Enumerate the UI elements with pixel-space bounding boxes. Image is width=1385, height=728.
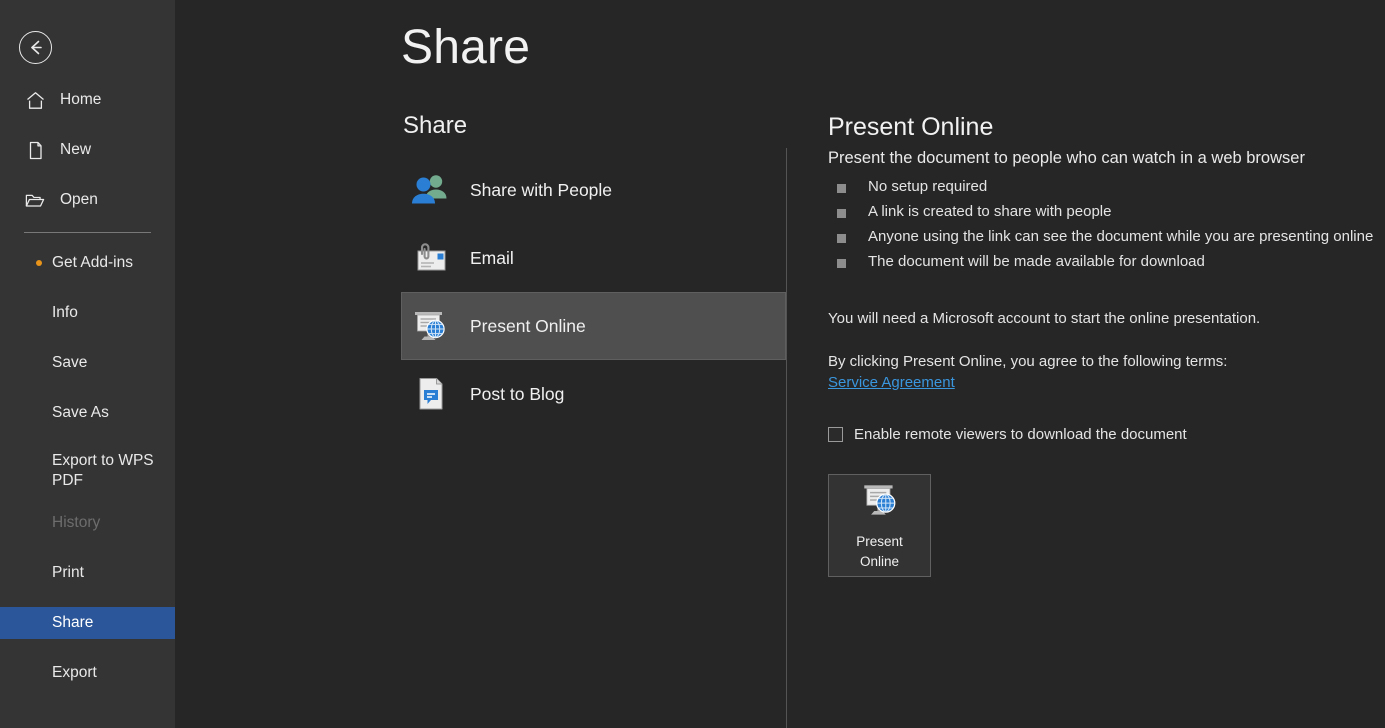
sidebar-item-info[interactable]: Info <box>0 297 175 329</box>
sidebar-item-label: Share <box>52 614 94 632</box>
share-option-label: Share with People <box>470 179 613 200</box>
people-icon <box>406 168 454 212</box>
account-note: You will need a Microsoft account to sta… <box>828 310 1261 328</box>
checkbox-icon[interactable] <box>828 427 843 443</box>
open-folder-icon <box>24 190 46 212</box>
detail-subtitle: Present the document to people who can w… <box>828 149 1305 168</box>
present-online-icon <box>406 304 454 348</box>
detail-title: Present Online <box>828 113 994 141</box>
checkbox-label: Enable remote viewers to download the do… <box>854 426 1187 444</box>
sidebar: Home New Open Get Add-ins Info Save Save… <box>0 0 175 728</box>
sidebar-item-label: Info <box>52 303 78 321</box>
share-option-present-online[interactable]: Present Online <box>401 292 786 360</box>
feature-bullet-list: No setup required A link is created to s… <box>828 178 1385 270</box>
service-agreement-link[interactable]: Service Agreement <box>828 374 955 391</box>
sidebar-item-label: New <box>60 141 92 159</box>
blog-post-icon <box>406 372 454 416</box>
sidebar-item-export-to-wps-pdf[interactable]: Export to WPS PDF <box>0 447 175 495</box>
square-bullet-icon <box>837 234 846 244</box>
list-item: Anyone using the link can see the docume… <box>828 228 1385 245</box>
sidebar-item-label: Save As <box>52 403 109 421</box>
list-item: The document will be made available for … <box>828 253 1385 270</box>
sidebar-divider <box>24 232 151 233</box>
present-online-button[interactable]: Present Online <box>828 474 931 578</box>
sidebar-item-label: History <box>52 514 101 532</box>
sidebar-item-label: Save <box>52 353 88 371</box>
sidebar-item-get-add-ins[interactable]: Get Add-ins <box>0 247 175 279</box>
terms-note: By clicking Present Online, you agree to… <box>828 353 1228 371</box>
page-title: Share <box>401 21 531 74</box>
bullet-text: Anyone using the link can see the docume… <box>868 228 1374 246</box>
sidebar-item-share[interactable]: Share <box>0 607 175 640</box>
sidebar-nav: Home New Open Get Add-ins Info Save Save… <box>0 82 175 707</box>
bullet-text: The document will be made available for … <box>868 253 1205 271</box>
present-online-button-label: Present Online <box>856 534 903 569</box>
new-document-icon <box>24 140 46 162</box>
sidebar-item-home[interactable]: Home <box>0 82 175 119</box>
sidebar-item-label: Export <box>52 664 97 682</box>
sidebar-item-history: History <box>0 507 175 539</box>
share-option-post-to-blog[interactable]: Post to Blog <box>401 360 786 428</box>
list-item: No setup required <box>828 178 1385 195</box>
bullet-text: No setup required <box>868 178 988 196</box>
sidebar-item-label: Get Add-ins <box>52 253 133 271</box>
enable-download-checkbox-row[interactable]: Enable remote viewers to download the do… <box>828 426 1385 443</box>
detail-panel: Present Online Present the document to p… <box>828 112 1385 578</box>
sidebar-item-save-as[interactable]: Save As <box>0 397 175 429</box>
sidebar-item-print[interactable]: Print <box>0 557 175 589</box>
new-badge-dot-icon <box>36 260 42 266</box>
share-option-label: Email <box>470 247 514 268</box>
square-bullet-icon <box>837 184 846 194</box>
share-option-label: Present Online <box>470 315 586 336</box>
square-bullet-icon <box>837 209 846 219</box>
sidebar-item-open[interactable]: Open <box>0 182 175 219</box>
bullet-text: A link is created to share with people <box>868 203 1112 221</box>
list-item: A link is created to share with people <box>828 203 1385 220</box>
backstage-view: Home New Open Get Add-ins Info Save Save… <box>0 0 1385 728</box>
share-option-email[interactable]: Email <box>401 224 786 292</box>
sidebar-item-new[interactable]: New <box>0 132 175 169</box>
sidebar-item-label: Export to WPS PDF <box>52 452 154 490</box>
back-arrow-icon <box>31 40 42 55</box>
present-online-icon <box>858 480 902 525</box>
share-option-label: Post to Blog <box>470 383 565 404</box>
share-column-heading: Share <box>403 112 468 139</box>
column-divider <box>786 148 787 728</box>
email-attachment-icon <box>406 236 454 280</box>
home-icon <box>24 90 46 112</box>
sidebar-item-save[interactable]: Save <box>0 347 175 379</box>
share-options-column: Share Share with People Email Present On… <box>401 112 786 428</box>
share-option-share-with-people[interactable]: Share with People <box>401 156 786 224</box>
main-content: Share Share Share with People Email Pres… <box>175 0 1385 728</box>
square-bullet-icon <box>837 259 846 269</box>
sidebar-item-label: Open <box>60 191 98 209</box>
sidebar-item-label: Print <box>52 564 84 582</box>
sidebar-item-label: Home <box>60 91 102 109</box>
sidebar-item-export[interactable]: Export <box>0 657 175 689</box>
back-button[interactable] <box>19 31 52 64</box>
